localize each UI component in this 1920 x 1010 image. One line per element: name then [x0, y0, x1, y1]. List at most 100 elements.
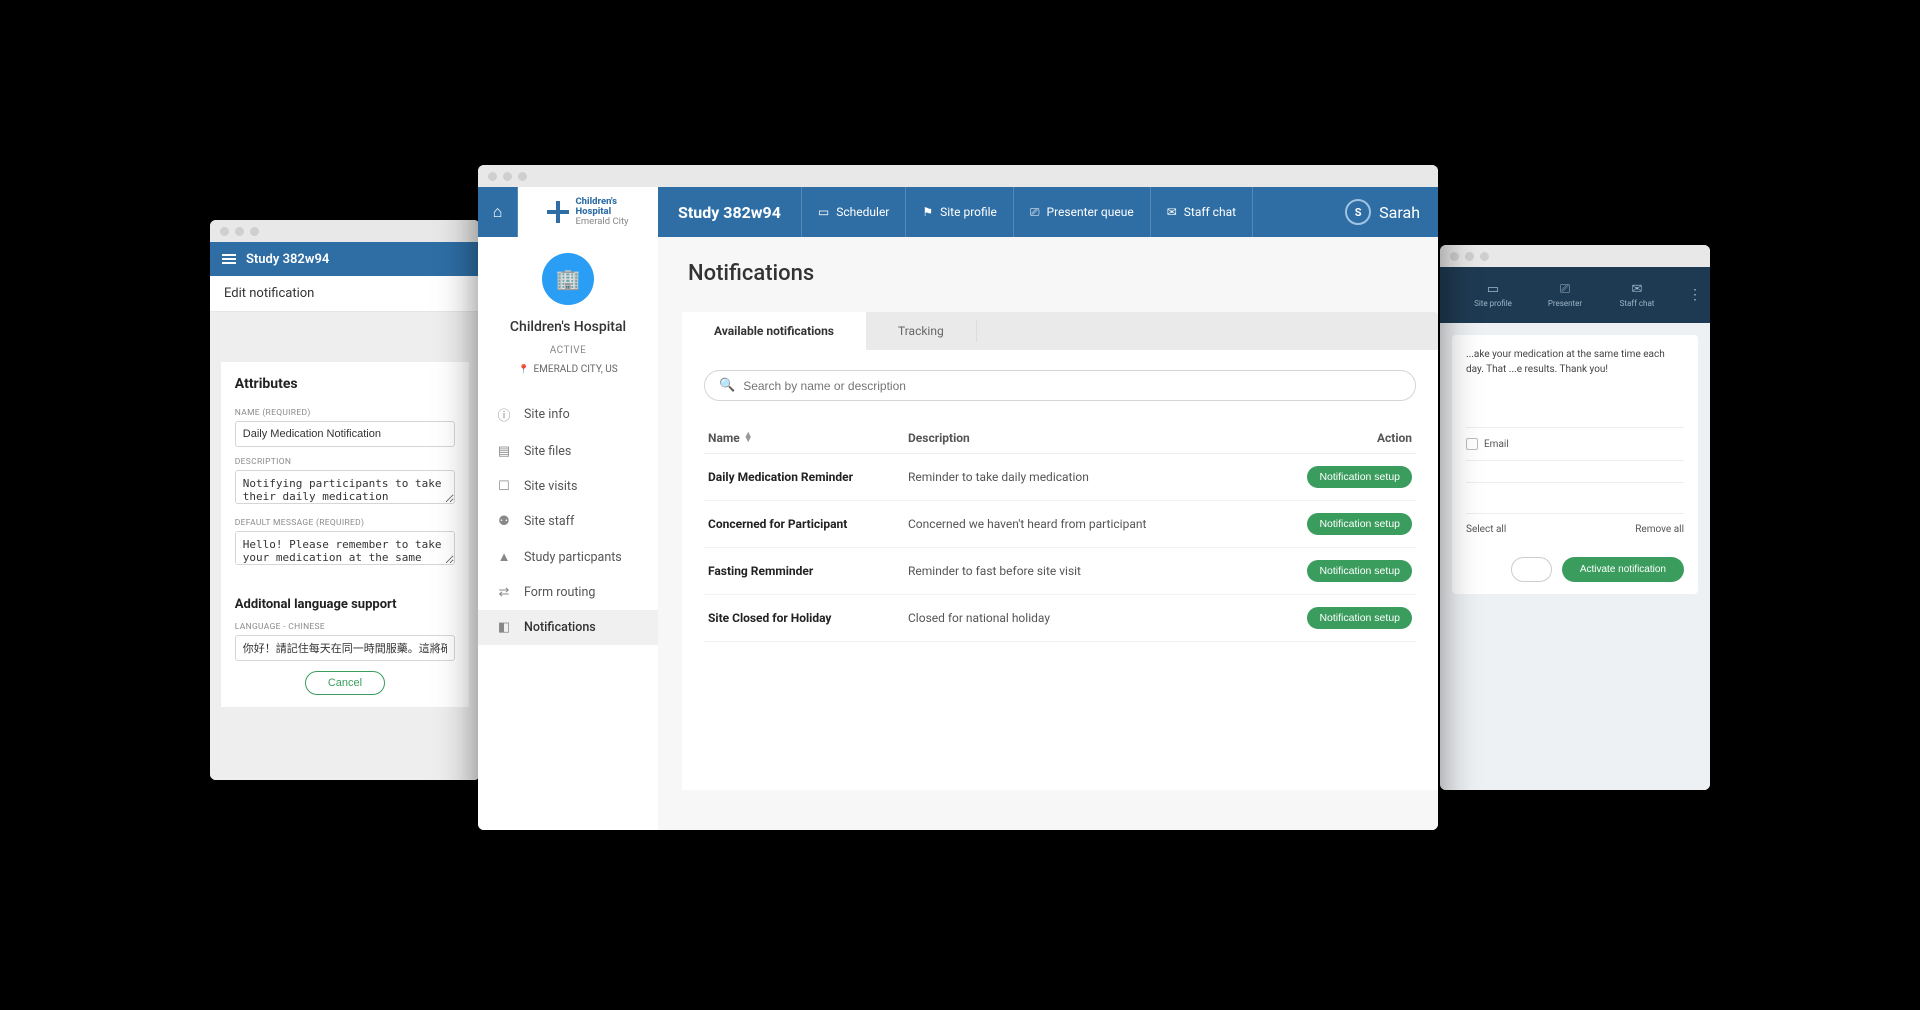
description-label: DESCRIPTION — [235, 457, 455, 467]
window-chrome — [1440, 245, 1710, 267]
tab-tracking[interactable]: Tracking — [866, 312, 976, 350]
message-preview: ...ake your medication at the same time … — [1466, 347, 1684, 377]
user-name: Sarah — [1379, 203, 1420, 222]
row-name: Daily Medication Reminder — [708, 470, 908, 484]
menu-icon[interactable] — [222, 252, 236, 266]
nav-site-profile[interactable]: ▭Site profile — [1466, 282, 1520, 308]
secondary-button[interactable] — [1511, 557, 1552, 582]
nav-presenter-queue[interactable]: Presenter queue — [1014, 187, 1151, 237]
page-title: Notifications — [688, 261, 1438, 286]
notification-setup-button[interactable]: Notification setup — [1307, 607, 1412, 629]
content-area: Notifications Available notifications Tr… — [658, 237, 1438, 830]
home-button[interactable] — [478, 187, 518, 237]
table-row: Site Closed for HolidayClosed for nation… — [704, 595, 1416, 642]
study-title: Study 382w94 — [246, 252, 329, 267]
col-description: Description — [908, 431, 1292, 445]
sort-icon: ▲▼ — [744, 433, 753, 444]
email-label: Email — [1484, 439, 1509, 450]
sidebar-item-site-info[interactable]: Site info — [478, 395, 658, 434]
row-name: Site Closed for Holiday — [708, 611, 908, 625]
language-label: LANGUAGE - CHINESE — [235, 622, 455, 632]
message-label: DEFAULT MESSAGE (REQUIRED) — [235, 518, 455, 528]
message-input[interactable]: Hello! Please remember to take your medi… — [235, 531, 455, 565]
files-icon — [496, 444, 512, 459]
sidebar: Children's Hospital ACTIVE EMERALD CITY,… — [478, 237, 658, 830]
route-icon — [496, 585, 512, 600]
building-icon — [556, 267, 581, 292]
site-name: Children's Hospital — [510, 319, 626, 335]
tabs: Available notifications Tracking — [682, 312, 1438, 350]
tab-available[interactable]: Available notifications — [682, 312, 866, 350]
mobile-header: Study 382w94 — [210, 242, 480, 276]
language-input[interactable] — [235, 635, 455, 661]
staff-icon — [496, 514, 512, 529]
table-row: Concerned for ParticipantConcerned we ha… — [704, 501, 1416, 548]
pin-icon — [518, 364, 529, 375]
notification-setup-button[interactable]: Notification setup — [1307, 560, 1412, 582]
cancel-button[interactable]: Cancel — [305, 671, 385, 695]
row-name: Fasting Remminder — [708, 564, 908, 578]
logo-text: Children's Hospital Emerald City — [575, 197, 628, 227]
select-all-link[interactable]: Select all — [1466, 524, 1506, 535]
user-menu[interactable]: S Sarah — [1327, 187, 1438, 237]
chat-icon — [1167, 205, 1177, 219]
col-name[interactable]: Name ▲▼ — [708, 431, 908, 445]
kebab-icon[interactable]: ⋮ — [1688, 287, 1702, 303]
presenter-icon — [1030, 205, 1040, 220]
nav-site-profile[interactable]: Site profile — [906, 187, 1014, 237]
description-input[interactable]: Notifying participants to take their dai… — [235, 470, 455, 504]
language-section-title: Additonal language support — [235, 597, 455, 612]
notifications-table: Name ▲▼ Description Action Daily Medicat… — [704, 423, 1416, 642]
window-chrome — [210, 220, 480, 242]
table-header: Name ▲▼ Description Action — [704, 423, 1416, 454]
search-bar[interactable] — [704, 370, 1416, 401]
bell-icon — [496, 620, 512, 635]
tab-body: Name ▲▼ Description Action Daily Medicat… — [682, 350, 1438, 790]
page-subheader: Edit notification — [210, 276, 480, 312]
avatar: S — [1345, 199, 1371, 225]
right-card: ...ake your medication at the same time … — [1452, 335, 1698, 594]
sidebar-item-site-files[interactable]: Site files — [478, 434, 658, 469]
name-label: NAME (REQUIRED) — [235, 408, 455, 418]
activate-button[interactable]: Activate notification — [1562, 557, 1684, 582]
remove-all-link[interactable]: Remove all — [1635, 524, 1684, 535]
row-description: Closed for national holiday — [908, 611, 1292, 625]
table-row: Fasting RemminderReminder to fast before… — [704, 548, 1416, 595]
notifications-window: Children's Hospital Emerald City Study 3… — [478, 165, 1438, 830]
window-chrome — [478, 165, 1438, 187]
sidebar-item-notifications[interactable]: Notifications — [478, 610, 658, 645]
home-icon — [493, 202, 503, 222]
logo-mark-icon — [547, 201, 569, 223]
search-input[interactable] — [743, 379, 1401, 393]
notification-setup-button[interactable]: Notification setup — [1307, 466, 1412, 488]
sidebar-item-form-routing[interactable]: Form routing — [478, 575, 658, 610]
site-location: EMERALD CITY, US — [518, 364, 617, 375]
nav-staff-chat[interactable]: ✉Staff chat — [1610, 282, 1664, 308]
info-icon — [496, 405, 512, 424]
col-action: Action — [1292, 431, 1412, 445]
search-icon — [719, 378, 735, 393]
email-checkbox-row[interactable]: Email — [1466, 427, 1684, 461]
sidebar-item-participants[interactable]: Study particpants — [478, 539, 658, 575]
sidebar-item-site-staff[interactable]: Site staff — [478, 504, 658, 539]
checkbox-icon[interactable] — [1466, 438, 1478, 450]
activate-notification-window: ▭Site profile ⎚Presenter ✉Staff chat ⋮ .… — [1440, 245, 1710, 790]
flag-icon — [922, 205, 933, 219]
nav-staff-chat[interactable]: Staff chat — [1151, 187, 1253, 237]
attributes-card: Attributes NAME (REQUIRED) DESCRIPTION N… — [221, 362, 469, 707]
participants-icon — [496, 549, 512, 565]
hospital-logo[interactable]: Children's Hospital Emerald City — [518, 187, 658, 237]
name-input[interactable] — [235, 421, 455, 447]
row-description: Reminder to fast before site visit — [908, 564, 1292, 578]
site-status: ACTIVE — [550, 345, 587, 356]
row-description: Reminder to take daily medication — [908, 470, 1292, 484]
sidebar-item-site-visits[interactable]: Site visits — [478, 469, 658, 504]
row-description: Concerned we haven't heard from particip… — [908, 517, 1292, 531]
top-nav: Children's Hospital Emerald City Study 3… — [478, 187, 1438, 237]
calendar-icon — [818, 205, 829, 219]
notification-setup-button[interactable]: Notification setup — [1307, 513, 1412, 535]
nav-presenter[interactable]: ⎚Presenter — [1538, 282, 1592, 308]
edit-notification-window: Study 382w94 Edit notification Attribute… — [210, 220, 480, 780]
nav-scheduler[interactable]: Scheduler — [802, 187, 906, 237]
study-title: Study 382w94 — [658, 187, 802, 237]
